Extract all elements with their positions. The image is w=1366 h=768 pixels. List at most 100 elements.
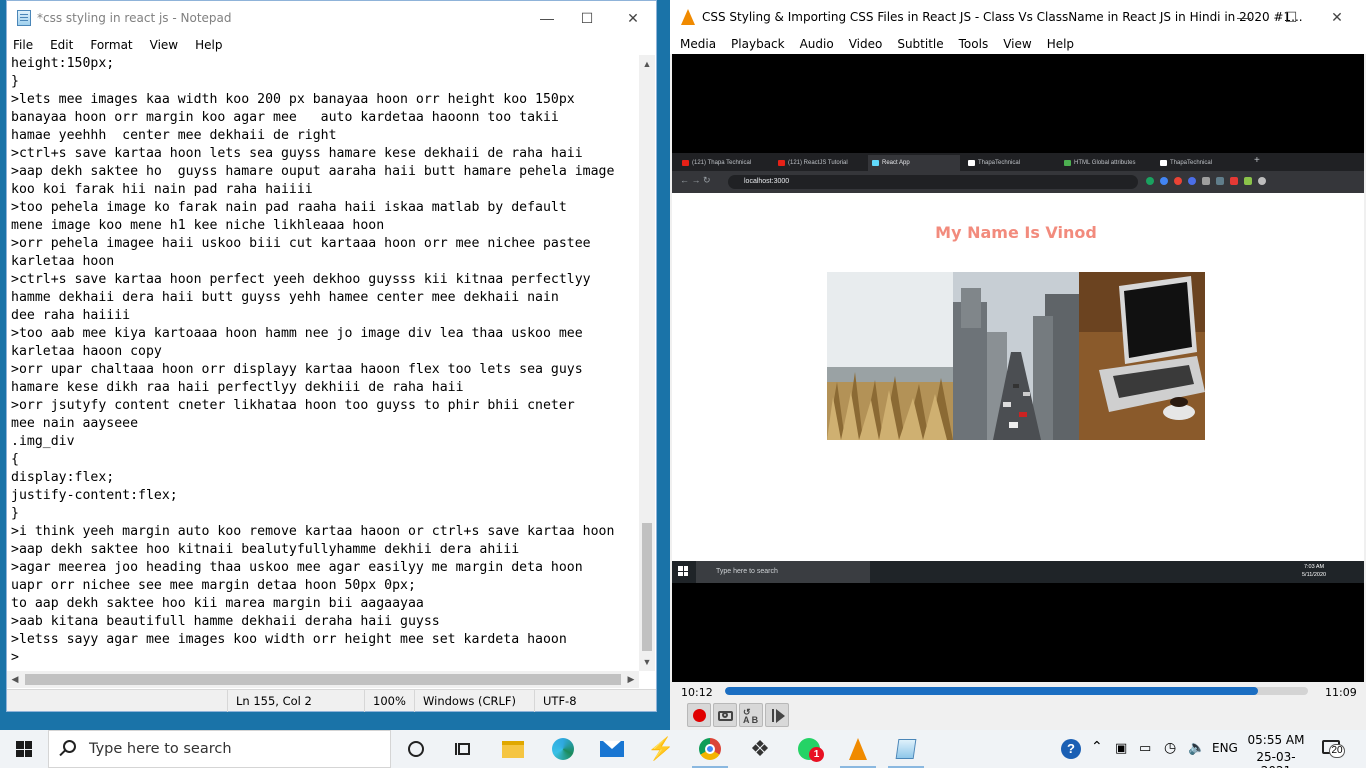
notification-count: 20 — [1329, 744, 1345, 758]
notepad-titlebar[interactable]: *css styling in react js - Notepad — ☐ ✕ — [7, 1, 656, 35]
menu-file[interactable]: File — [13, 38, 33, 52]
scroll-up-icon[interactable]: ▲ — [639, 57, 655, 71]
horizontal-scroll-thumb[interactable] — [25, 674, 621, 685]
taskbar-search-placeholder: Type here to search — [89, 741, 232, 757]
scroll-left-icon[interactable]: ◀ — [7, 671, 23, 688]
back-forward-icon: ← → ↻ — [680, 175, 711, 185]
editor-line: >orr pehela imagee haii uskoo biii cut k… — [11, 236, 591, 251]
frame-step-icon — [772, 709, 774, 722]
loop-ab-icon: ↺ A B — [743, 707, 759, 725]
notepad-window[interactable]: *css styling in react js - Notepad — ☐ ✕… — [6, 0, 657, 712]
menu-media[interactable]: Media — [680, 37, 716, 51]
edge-button[interactable] — [539, 730, 587, 768]
dropbox-icon: ❖ — [750, 736, 770, 761]
editor-line: to aap dekh saktee hoo kii marea margin … — [11, 596, 424, 611]
menu-video[interactable]: Video — [849, 37, 883, 51]
vlc-window[interactable]: CSS Styling & Importing CSS Files in Rea… — [670, 0, 1366, 730]
notification-center-icon[interactable]: 20 — [1322, 740, 1345, 758]
clock-time[interactable]: 05:55 AM — [1245, 733, 1307, 747]
windows-taskbar: Type here to search ⚡ ❖ 1 ? ⌃ ▣ ▭ ◷ 🔈 EN… — [0, 730, 1366, 768]
video-embedded-taskbar: Type here to search 7:03 AM 5/11/2020 — [672, 561, 1364, 583]
menu-edit[interactable]: Edit — [50, 38, 73, 52]
editor-line: >too pehela image ko farak nain pad raah… — [11, 200, 567, 215]
menu-audio[interactable]: Audio — [800, 37, 834, 51]
notepad-text-area[interactable]: height:150px;} >lets mee images kaa width… — [11, 55, 639, 671]
mail-button[interactable] — [588, 730, 636, 768]
scroll-right-icon[interactable]: ▶ — [623, 671, 639, 688]
notepad-icon — [17, 10, 31, 26]
winamp-button[interactable]: ⚡ — [637, 730, 685, 768]
maximize-icon[interactable]: ☐ — [1268, 0, 1314, 34]
battery-icon[interactable]: ▭ — [1139, 741, 1151, 756]
cortana-button[interactable] — [392, 730, 440, 768]
editor-line: } — [11, 74, 19, 89]
close-icon[interactable]: ✕ — [610, 1, 656, 35]
snapshot-button[interactable] — [713, 703, 737, 727]
menu-playback[interactable]: Playback — [731, 37, 785, 51]
video-tab: HTML Global attributes — [1060, 155, 1152, 171]
volume-icon[interactable]: 🔈 — [1188, 740, 1205, 756]
help-icon[interactable]: ? — [1061, 739, 1081, 759]
dropbox-button[interactable]: ❖ — [736, 730, 784, 768]
language-indicator[interactable]: ENG — [1212, 741, 1238, 755]
notepad-button[interactable] — [882, 730, 930, 768]
menu-view[interactable]: View — [1003, 37, 1031, 51]
notepad-statusbar: Ln 155, Col 2 100% Windows (CRLF) UTF-8 — [7, 689, 656, 712]
frame-step-button[interactable] — [765, 703, 789, 727]
react-icon — [872, 160, 879, 166]
vlc-title: CSS Styling & Importing CSS Files in Rea… — [702, 10, 1303, 24]
vlc-titlebar[interactable]: CSS Styling & Importing CSS Files in Rea… — [670, 0, 1366, 34]
editor-line: mene image koo mene h1 kee niche likhlea… — [11, 218, 385, 233]
clock-date[interactable]: 25-03-2021 — [1245, 750, 1307, 768]
editor-line: hamare kese dikh raa haii perfectlyy dek… — [11, 380, 464, 395]
wifi-icon[interactable]: ◷ — [1164, 740, 1176, 756]
edge-icon — [552, 738, 574, 760]
editor-line: >aap dekh saktee hoo kitnaii bealutyfull… — [11, 542, 520, 557]
task-view-button[interactable] — [440, 730, 488, 768]
editor-line: >agar meerea joo heading thaa uskoo mee … — [11, 560, 583, 575]
menu-subtitle[interactable]: Subtitle — [897, 37, 943, 51]
menu-format[interactable]: Format — [90, 38, 132, 52]
video-page-heading: My Name Is Vinod — [935, 223, 1097, 242]
chevron-up-icon[interactable]: ⌃ — [1091, 739, 1103, 755]
chrome-button[interactable] — [686, 730, 734, 768]
vertical-scroll-thumb[interactable] — [642, 523, 652, 651]
menu-tools[interactable]: Tools — [959, 37, 989, 51]
record-icon — [693, 709, 706, 722]
video-browser-tabstrip: (121) Thapa Technical (121) ReactJS Tuto… — [672, 153, 1364, 171]
vertical-scrollbar[interactable]: ▲ ▼ — [639, 55, 655, 671]
new-tab-icon: + — [1254, 155, 1260, 166]
taskbar-search-box[interactable]: Type here to search — [48, 730, 391, 768]
folder-icon — [502, 740, 524, 758]
menu-help[interactable]: Help — [195, 38, 222, 52]
scroll-down-icon[interactable]: ▼ — [639, 655, 655, 669]
horizontal-scrollbar[interactable]: ◀ ▶ — [7, 671, 639, 688]
video-url-bar: localhost:3000 — [728, 175, 1138, 189]
w3-icon — [1064, 160, 1071, 166]
start-button[interactable] — [0, 730, 48, 768]
seek-progress — [725, 687, 1259, 695]
lightning-icon: ⚡ — [647, 736, 675, 761]
editor-line: >i think yeeh margin auto koo remove kar… — [11, 524, 615, 539]
meet-now-icon[interactable]: ▣ — [1115, 741, 1127, 756]
menu-help[interactable]: Help — [1047, 37, 1074, 51]
vlc-button[interactable] — [834, 730, 882, 768]
vlc-controls: ↺ A B — [670, 700, 1366, 730]
maximize-icon[interactable]: ☐ — [564, 1, 610, 35]
seek-bar-area: 10:12 11:09 — [670, 682, 1366, 700]
notepad-icon — [895, 739, 917, 759]
minimize-icon[interactable]: — — [1221, 0, 1267, 34]
menu-view[interactable]: View — [150, 38, 178, 52]
editor-line: >orr upar chaltaaa hoon orr displayy kar… — [11, 362, 583, 377]
close-icon[interactable]: ✕ — [1314, 0, 1360, 34]
video-photo-dunes — [827, 272, 953, 440]
record-button[interactable] — [687, 703, 711, 727]
file-explorer-button[interactable] — [489, 730, 537, 768]
mail-icon — [600, 741, 624, 757]
status-cursor-position: Ln 155, Col 2 — [227, 690, 312, 712]
video-display[interactable]: (121) Thapa Technical (121) ReactJS Tuto… — [672, 54, 1364, 682]
loop-ab-button[interactable]: ↺ A B — [739, 703, 763, 727]
editor-line: karletaa hoon — [11, 254, 115, 269]
whatsapp-button[interactable]: 1 — [785, 730, 833, 768]
seek-slider[interactable] — [725, 687, 1308, 695]
